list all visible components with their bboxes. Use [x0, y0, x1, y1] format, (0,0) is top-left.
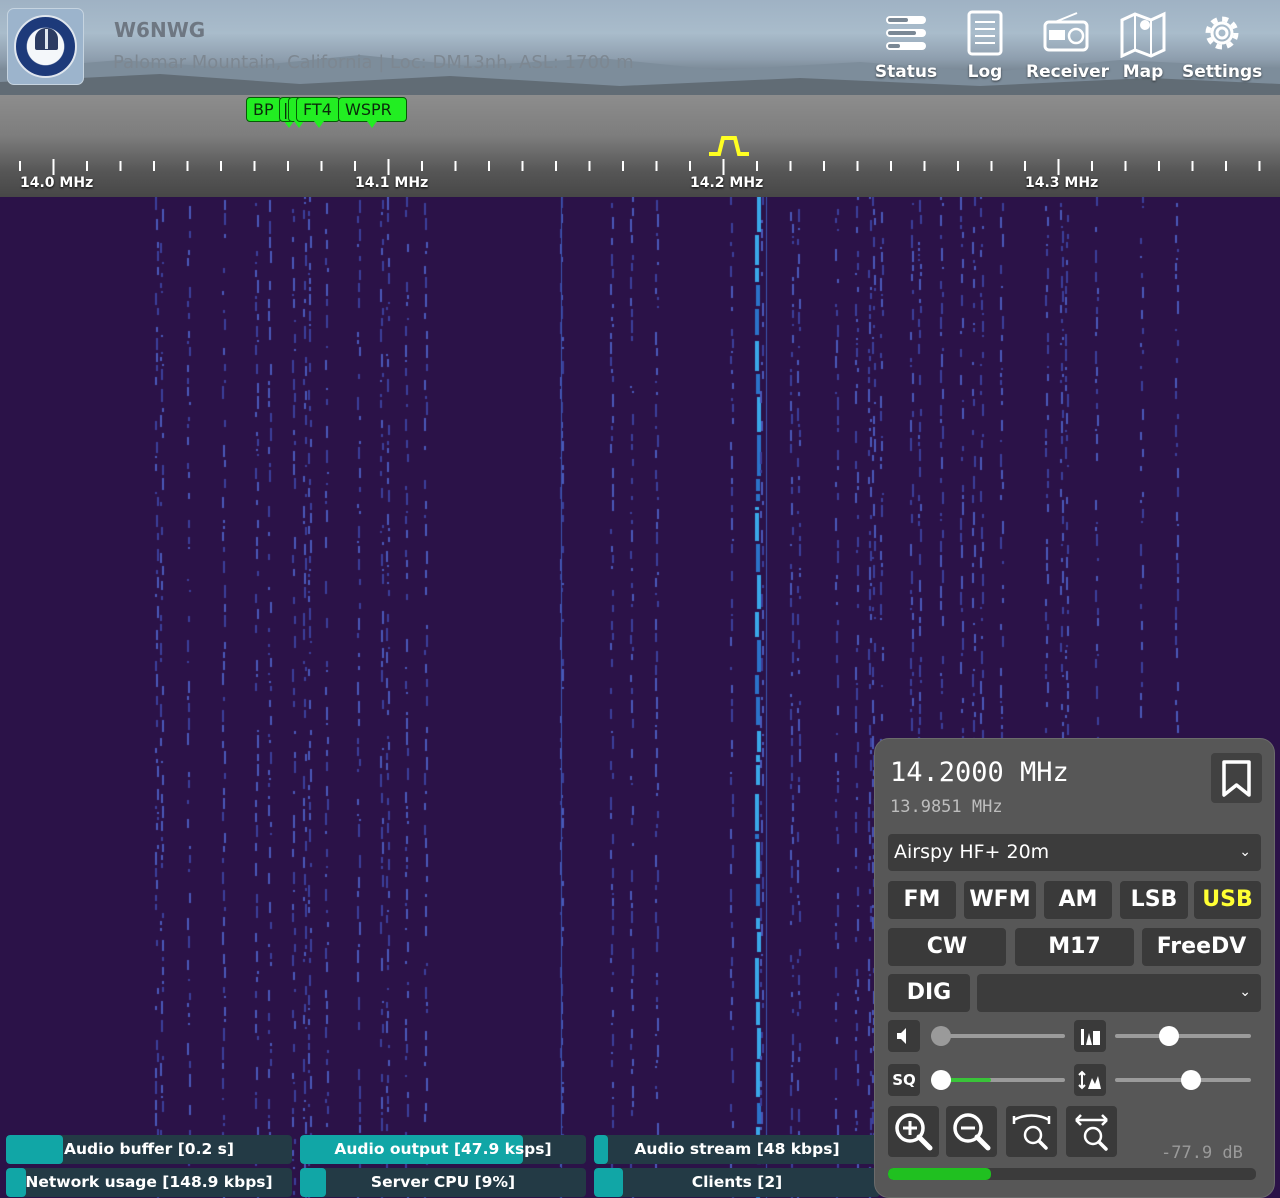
nav-receiver-label: Receiver	[1026, 62, 1110, 82]
network-usage-label: Network usage [148.9 kbps]	[25, 1173, 273, 1191]
frequency-display[interactable]: 14.2000 MHz	[890, 757, 1069, 788]
add-bookmark-button[interactable]	[1211, 753, 1262, 803]
observatory-dome-icon	[35, 28, 58, 50]
mute-button[interactable]	[888, 1020, 920, 1052]
zoom-in-button[interactable]	[888, 1106, 939, 1157]
clients-bar: Clients [2]	[594, 1168, 880, 1197]
receiver-callsign: W6NWG	[114, 18, 206, 42]
zoom-band-icon	[1012, 1114, 1051, 1150]
profile-select-value: Airspy HF+ 20m	[894, 841, 1050, 863]
status-icon	[886, 16, 926, 50]
top-bar: W6NWG Palomar Mountain, California | Loc…	[0, 0, 1280, 95]
mode-fm-button[interactable]: FM	[888, 881, 956, 919]
noise-reduction-slider[interactable]	[1115, 1025, 1251, 1047]
zoom-reset-button[interactable]	[1066, 1106, 1117, 1157]
zoom-out-button[interactable]	[946, 1106, 997, 1157]
scale-label: 14.1 MHz	[355, 175, 429, 191]
zoom-out-icon	[953, 1113, 991, 1151]
nav-status-label: Status	[874, 62, 938, 82]
receiver-logo[interactable]	[7, 8, 84, 85]
signal-level-readout: -77.9 dB	[1161, 1143, 1243, 1163]
bookmark-marker	[294, 121, 304, 128]
server-cpu-bar: Server CPU [9%]	[300, 1168, 586, 1197]
noise-reduction-slider-knob[interactable]	[1159, 1026, 1180, 1046]
nav-settings-label: Settings	[1182, 62, 1263, 82]
digital-mode-select[interactable]: ⌄	[977, 974, 1261, 1012]
volume-slider-track	[931, 1034, 1065, 1038]
gear-icon	[1205, 16, 1239, 50]
agc-slider[interactable]	[1115, 1069, 1251, 1091]
nav-map-button[interactable]: Map	[1103, 8, 1183, 82]
clients-label: Clients [2]	[691, 1173, 783, 1191]
nav-map-label: Map	[1122, 62, 1164, 82]
mode-usb-button[interactable]: USB	[1194, 881, 1261, 919]
bookmark-ft4[interactable]: FT4	[296, 97, 340, 122]
scale-label: 14.0 MHz	[20, 175, 94, 191]
volume-slider[interactable]	[931, 1025, 1065, 1047]
mode-am-button[interactable]: AM	[1044, 881, 1112, 919]
nav-settings-button[interactable]: Settings	[1182, 8, 1262, 82]
nav-receiver-button[interactable]: Receiver	[1026, 8, 1110, 82]
s-meter	[888, 1168, 1256, 1180]
noise-reduction-slider-track	[1115, 1034, 1251, 1038]
bookmark-marker	[367, 121, 377, 128]
zoom-reset-icon	[1075, 1114, 1108, 1151]
map-icon	[1120, 11, 1166, 58]
zoom-to-band-button[interactable]	[1006, 1106, 1057, 1157]
receiver-location: Palomar Mountain, California | Loc: DM13…	[113, 52, 634, 73]
noise-reduction-icon	[1081, 1029, 1100, 1045]
passband-marker[interactable]	[709, 134, 749, 156]
audio-stream-bar: Audio stream [48 kbps]	[594, 1135, 880, 1164]
mode-cw-button[interactable]: CW	[888, 928, 1006, 966]
nav-status-button[interactable]: Status	[866, 8, 946, 82]
frequency-scale-area[interactable]: BP | FT4 WSPR 14.0 MHz 14.1 MHz 14.2 MHz…	[0, 95, 1280, 197]
nav-log-button[interactable]: Log	[945, 8, 1025, 82]
mode-m17-button[interactable]: M17	[1015, 928, 1134, 966]
network-usage-bar: Network usage [148.9 kbps]	[6, 1168, 292, 1197]
agc-button[interactable]	[1074, 1064, 1106, 1096]
audio-stream-label: Audio stream [48 kbps]	[634, 1140, 840, 1158]
zoom-in-icon	[895, 1113, 933, 1151]
speaker-icon	[897, 1028, 906, 1044]
nav-log-label: Log	[967, 62, 1003, 82]
agc-slider-knob[interactable]	[1181, 1070, 1202, 1090]
squelch-slider[interactable]	[931, 1069, 1065, 1091]
mode-wfm-button[interactable]: WFM	[964, 881, 1036, 919]
audio-stream-fill	[594, 1135, 609, 1164]
mode-lsb-button[interactable]: LSB	[1120, 881, 1188, 919]
server-cpu-label: Server CPU [9%]	[370, 1173, 516, 1191]
audio-output-label: Audio output [47.9 ksps]	[334, 1140, 552, 1158]
offset-frequency-display: 13.9851 MHz	[890, 797, 1003, 817]
profile-select[interactable]: Airspy HF+ 20m ⌄	[888, 834, 1261, 871]
bookmark-bp[interactable]: BP	[246, 97, 282, 122]
agc-icon	[1078, 1070, 1101, 1090]
noise-reduction-button[interactable]	[1074, 1020, 1106, 1052]
audio-output-bar: Audio output [47.9 ksps]	[300, 1135, 586, 1164]
audio-buffer-fill	[6, 1135, 64, 1164]
scale-label: 14.3 MHz	[1025, 175, 1099, 191]
s-meter-level	[888, 1168, 992, 1180]
server-cpu-fill	[300, 1168, 326, 1197]
chevron-down-icon: ⌄	[1239, 984, 1251, 1000]
chevron-down-icon: ⌄	[1239, 844, 1251, 860]
bookmark-icon	[1222, 760, 1251, 797]
mode-freedv-button[interactable]: FreeDV	[1142, 928, 1261, 966]
clients-fill	[594, 1168, 623, 1197]
audio-buffer-bar: Audio buffer [0.2 s]	[6, 1135, 292, 1164]
receiver-panel: 14.2000 MHz 13.9851 MHz Airspy HF+ 20m ⌄…	[874, 738, 1275, 1198]
audio-buffer-label: Audio buffer [0.2 s]	[64, 1140, 234, 1158]
bookmark-marker	[314, 121, 324, 128]
scale-label: 14.2 MHz	[690, 175, 764, 191]
bookmark-wspr[interactable]: WSPR	[338, 97, 407, 122]
volume-slider-knob[interactable]	[931, 1026, 951, 1046]
log-icon	[967, 10, 1003, 56]
bookmark-marker	[284, 121, 294, 128]
mode-dig-button[interactable]: DIG	[888, 974, 970, 1012]
squelch-button[interactable]: SQ	[888, 1064, 920, 1096]
network-usage-fill	[6, 1168, 27, 1197]
squelch-slider-knob[interactable]	[931, 1070, 951, 1090]
radio-icon	[1043, 12, 1089, 52]
